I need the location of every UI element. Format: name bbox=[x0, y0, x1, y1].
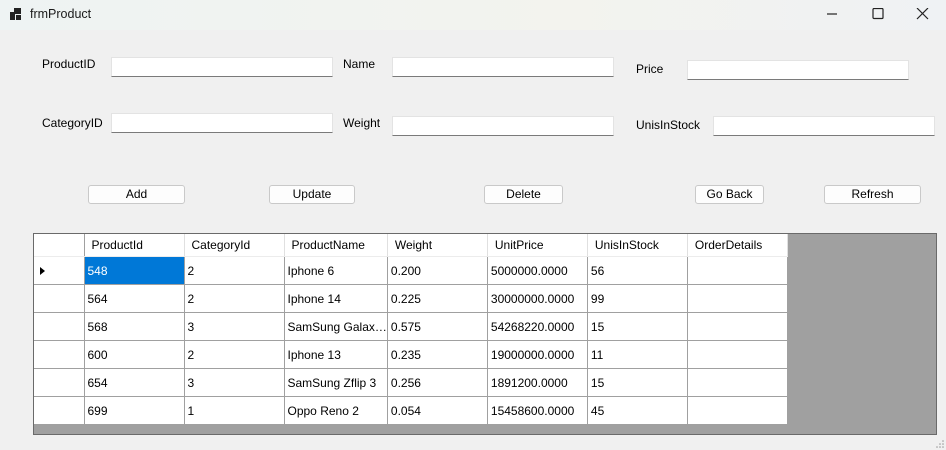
table-row[interactable]: 568 3 SamSung Galax… 0.575 54268220.0000… bbox=[34, 312, 788, 341]
app-form-icon bbox=[10, 8, 22, 20]
category-id-input[interactable] bbox=[111, 113, 333, 133]
table-cell[interactable]: 0.575 bbox=[387, 312, 488, 341]
table-cell[interactable]: 564 bbox=[84, 284, 185, 313]
table-cell[interactable] bbox=[687, 256, 788, 285]
table-cell[interactable]: 11 bbox=[587, 340, 688, 369]
table-cell[interactable]: 0.256 bbox=[387, 368, 488, 397]
column-header-product-id[interactable]: ProductId bbox=[84, 234, 185, 257]
row-header[interactable] bbox=[34, 368, 85, 397]
table-cell[interactable]: 54268220.0000 bbox=[487, 312, 588, 341]
product-id-label: ProductID bbox=[42, 57, 96, 71]
units-in-stock-label: UnisInStock bbox=[636, 118, 701, 132]
table-cell[interactable]: 2 bbox=[184, 256, 285, 285]
category-id-label: CategoryID bbox=[42, 116, 103, 130]
table-row[interactable]: 600 2 Iphone 13 0.235 19000000.0000 11 bbox=[34, 340, 788, 369]
row-pointer-icon bbox=[40, 266, 45, 275]
table-cell[interactable]: 548 bbox=[84, 256, 185, 285]
table-cell[interactable]: 600 bbox=[84, 340, 185, 369]
row-header[interactable] bbox=[34, 312, 85, 341]
table-cell[interactable] bbox=[687, 312, 788, 341]
table-row[interactable]: 654 3 SamSung Zflip 3 0.256 1891200.0000… bbox=[34, 368, 788, 397]
column-header-product-name[interactable]: ProductName bbox=[284, 234, 388, 257]
name-label: Name bbox=[343, 57, 376, 71]
table-cell[interactable]: 0.235 bbox=[387, 340, 488, 369]
row-header[interactable] bbox=[34, 284, 85, 313]
column-header-unit-price[interactable]: UnitPrice bbox=[487, 234, 588, 257]
products-table: ProductId CategoryId ProductName Weight … bbox=[34, 234, 788, 425]
table-cell[interactable]: Iphone 13 bbox=[284, 340, 388, 369]
table-cell[interactable]: 0.225 bbox=[387, 284, 488, 313]
go-back-button[interactable]: Go Back bbox=[695, 185, 764, 204]
table-cell[interactable]: SamSung Zflip 3 bbox=[284, 368, 388, 397]
maximize-icon bbox=[872, 8, 884, 20]
row-header[interactable] bbox=[34, 340, 85, 369]
price-input[interactable] bbox=[687, 60, 909, 80]
close-icon bbox=[916, 8, 929, 20]
grid-header-row: ProductId CategoryId ProductName Weight … bbox=[34, 234, 788, 257]
table-cell[interactable]: 15458600.0000 bbox=[487, 396, 588, 425]
table-cell[interactable]: 30000000.0000 bbox=[487, 284, 588, 313]
table-cell[interactable]: 3 bbox=[184, 312, 285, 341]
column-header-category-id[interactable]: CategoryId bbox=[184, 234, 285, 257]
table-cell[interactable]: Oppo Reno 2 bbox=[284, 396, 388, 425]
row-header[interactable] bbox=[34, 396, 85, 425]
column-header-order-details[interactable]: OrderDetails bbox=[687, 234, 788, 257]
price-label: Price bbox=[636, 62, 664, 76]
table-cell[interactable]: 15 bbox=[587, 312, 688, 341]
row-header-corner[interactable] bbox=[34, 234, 85, 257]
table-cell[interactable]: 568 bbox=[84, 312, 185, 341]
minimize-icon bbox=[827, 13, 837, 15]
table-cell[interactable]: 0.200 bbox=[387, 256, 488, 285]
table-cell[interactable]: Iphone 6 bbox=[284, 256, 388, 285]
row-header[interactable] bbox=[34, 256, 85, 285]
table-cell[interactable]: 99 bbox=[587, 284, 688, 313]
table-cell[interactable]: 15 bbox=[587, 368, 688, 397]
table-cell[interactable]: 45 bbox=[587, 396, 688, 425]
column-header-units-in-stock[interactable]: UnisInStock bbox=[587, 234, 688, 257]
table-cell[interactable]: 0.054 bbox=[387, 396, 488, 425]
table-cell[interactable] bbox=[687, 396, 788, 425]
weight-label: Weight bbox=[343, 116, 381, 130]
grid-horizontal-edge bbox=[34, 431, 936, 434]
table-cell[interactable]: SamSung Galax… bbox=[284, 312, 388, 341]
table-row[interactable]: 548 2 Iphone 6 0.200 5000000.0000 56 bbox=[34, 256, 788, 285]
add-button[interactable]: Add bbox=[88, 185, 185, 204]
table-cell[interactable]: 5000000.0000 bbox=[487, 256, 588, 285]
table-cell[interactable]: Iphone 14 bbox=[284, 284, 388, 313]
table-cell[interactable]: 1891200.0000 bbox=[487, 368, 588, 397]
table-cell[interactable]: 654 bbox=[84, 368, 185, 397]
weight-input[interactable] bbox=[392, 116, 614, 136]
table-cell[interactable]: 1 bbox=[184, 396, 285, 425]
resize-grip-icon[interactable] bbox=[936, 440, 944, 448]
column-header-weight[interactable]: Weight bbox=[387, 234, 488, 257]
table-cell[interactable]: 2 bbox=[184, 284, 285, 313]
close-button[interactable] bbox=[900, 0, 946, 30]
window-title: frmProduct bbox=[30, 7, 92, 21]
name-input[interactable] bbox=[392, 57, 614, 77]
table-cell[interactable] bbox=[687, 340, 788, 369]
product-id-input[interactable] bbox=[111, 57, 333, 77]
title-bar[interactable]: frmProduct bbox=[0, 0, 946, 30]
table-cell[interactable]: 19000000.0000 bbox=[487, 340, 588, 369]
table-row[interactable]: 699 1 Oppo Reno 2 0.054 15458600.0000 45 bbox=[34, 396, 788, 425]
table-cell[interactable]: 699 bbox=[84, 396, 185, 425]
products-data-grid[interactable]: ProductId CategoryId ProductName Weight … bbox=[33, 233, 937, 435]
update-button[interactable]: Update bbox=[269, 185, 355, 204]
table-row[interactable]: 564 2 Iphone 14 0.225 30000000.0000 99 bbox=[34, 284, 788, 313]
units-in-stock-input[interactable] bbox=[713, 116, 935, 136]
table-cell[interactable]: 2 bbox=[184, 340, 285, 369]
table-cell[interactable]: 3 bbox=[184, 368, 285, 397]
delete-button[interactable]: Delete bbox=[484, 185, 563, 204]
refresh-button[interactable]: Refresh bbox=[824, 185, 921, 204]
minimize-button[interactable] bbox=[809, 0, 855, 30]
table-cell[interactable]: 56 bbox=[587, 256, 688, 285]
maximize-button[interactable] bbox=[855, 0, 901, 30]
table-cell[interactable] bbox=[687, 284, 788, 313]
table-cell[interactable] bbox=[687, 368, 788, 397]
